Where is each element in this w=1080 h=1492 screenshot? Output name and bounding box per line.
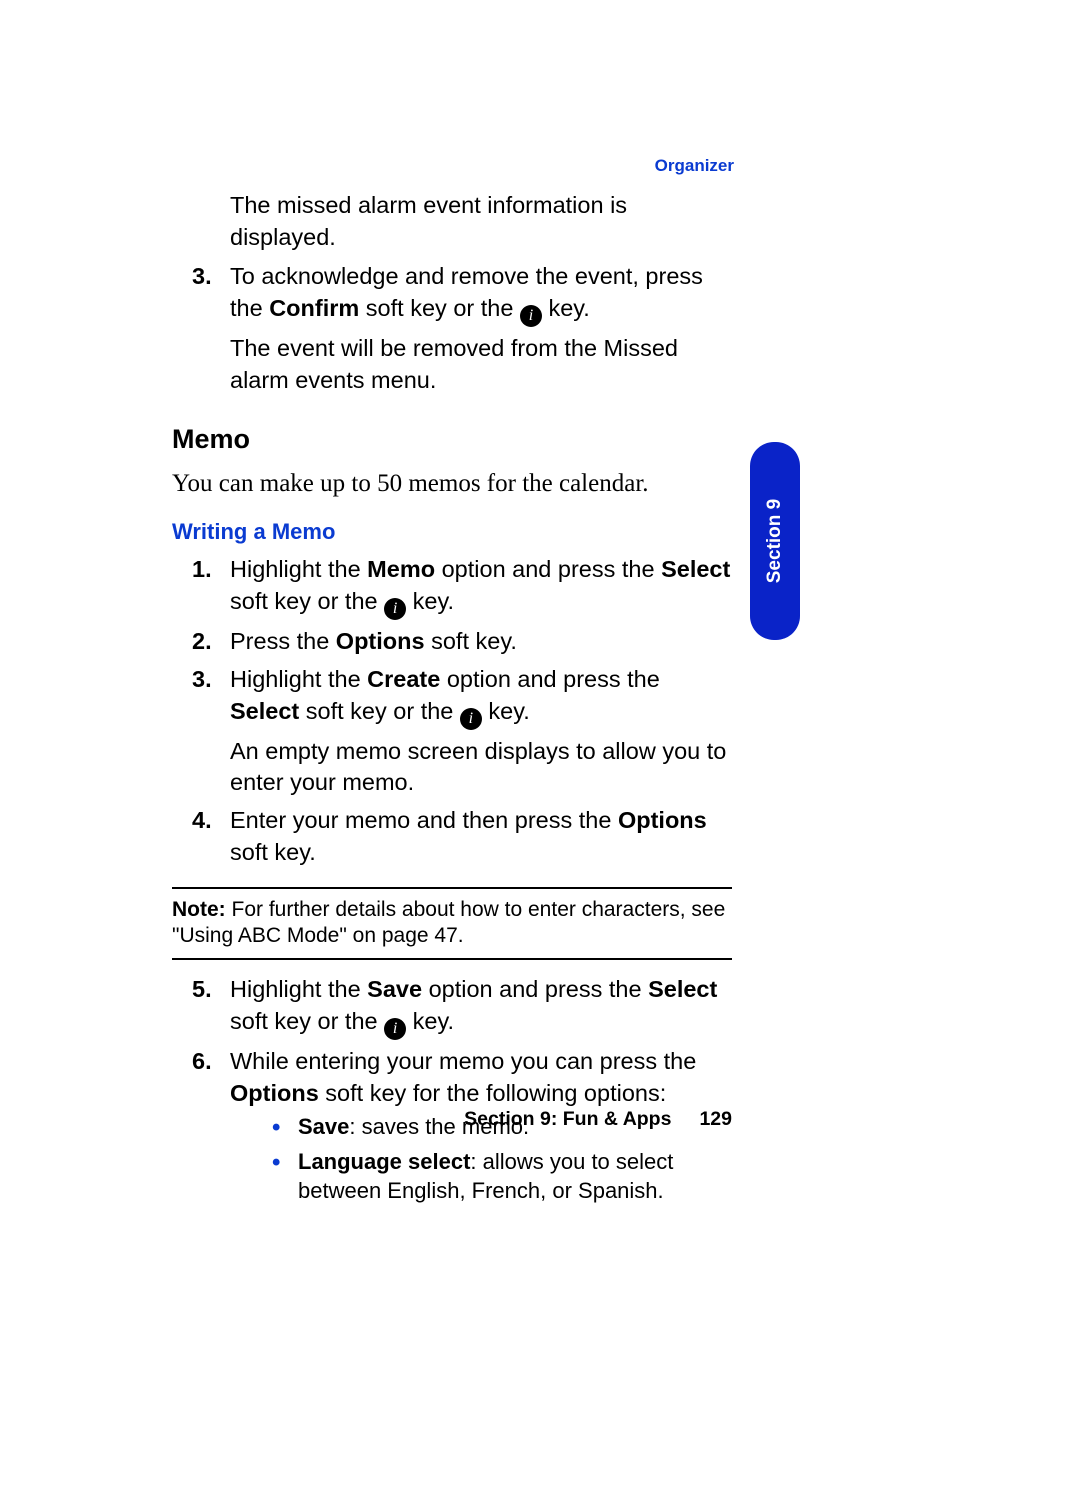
text-fragment: key. xyxy=(542,295,590,321)
text-fragment: soft key or the xyxy=(230,588,384,614)
bold-term: Select xyxy=(648,976,717,1002)
bold-term: Select xyxy=(661,556,730,582)
step-number: 3. xyxy=(192,664,212,696)
memo-intro-text: You can make up to 50 memos for the cale… xyxy=(172,467,732,501)
text-fragment: Highlight the xyxy=(230,976,367,1002)
text-fragment: Press the xyxy=(230,628,336,654)
footer-section: Section 9: Fun & Apps xyxy=(464,1108,671,1130)
note-block: Note: For further details about how to e… xyxy=(172,897,732,951)
text-fragment: key. xyxy=(406,1008,454,1034)
content-column: The missed alarm event information is di… xyxy=(172,190,732,1211)
bullet-language-select: Language select: allows you to select be… xyxy=(230,1148,732,1205)
ok-key-icon: i xyxy=(384,598,406,620)
step-4: 4. Enter your memo and then press the Op… xyxy=(172,805,732,868)
ack-step-3: 3. To acknowledge and remove the event, … xyxy=(172,261,732,396)
missed-alarm-info-text: The missed alarm event information is di… xyxy=(230,190,732,253)
ok-key-icon: i xyxy=(520,305,542,327)
text-fragment: soft key. xyxy=(230,839,316,865)
bold-term: Options xyxy=(618,807,707,833)
text-fragment: soft key or the xyxy=(230,1008,384,1034)
header-section-label: Organizer xyxy=(655,156,734,176)
writing-memo-steps-cont: 5. Highlight the Save option and press t… xyxy=(172,974,732,1205)
step-number: 2. xyxy=(192,626,212,658)
step-number: 3. xyxy=(192,261,212,293)
bold-term: Memo xyxy=(367,556,435,582)
writing-memo-subheading: Writing a Memo xyxy=(172,517,732,547)
confirm-label: Confirm xyxy=(269,295,359,321)
text-fragment: Enter your memo and then press the xyxy=(230,807,618,833)
bullet-term: Language select xyxy=(298,1149,470,1174)
step-number: 5. xyxy=(192,974,212,1006)
text-fragment: key. xyxy=(482,698,530,724)
manual-page: Organizer Section 9 The missed alarm eve… xyxy=(0,0,1080,1492)
ok-key-icon: i xyxy=(460,708,482,730)
note-text: For further details about how to enter c… xyxy=(172,898,725,948)
text-fragment: soft key. xyxy=(425,628,517,654)
text-fragment: soft key or the xyxy=(359,295,520,321)
text-fragment: key. xyxy=(406,588,454,614)
writing-memo-steps: 1. Highlight the Memo option and press t… xyxy=(172,554,732,868)
bold-term: Select xyxy=(230,698,299,724)
note-label: Note: xyxy=(172,898,226,921)
step-2: 2. Press the Options soft key. xyxy=(172,626,732,658)
text-fragment: While entering your memo you can press t… xyxy=(230,1048,696,1074)
step-number: 4. xyxy=(192,805,212,837)
step-3: 3. Highlight the Create option and press… xyxy=(172,664,732,799)
bold-term: Create xyxy=(367,666,440,692)
text-fragment: option and press the xyxy=(435,556,661,582)
text-fragment: Highlight the xyxy=(230,666,367,692)
ok-key-icon: i xyxy=(384,1018,406,1040)
text-fragment: Highlight the xyxy=(230,556,367,582)
section-tab: Section 9 xyxy=(752,444,798,638)
bold-term: Options xyxy=(230,1080,319,1106)
text-fragment: soft key for the following options: xyxy=(319,1080,666,1106)
text-fragment: option and press the xyxy=(440,666,660,692)
text-fragment: option and press the xyxy=(422,976,648,1002)
step-number: 6. xyxy=(192,1046,212,1078)
section-tab-label: Section 9 xyxy=(764,499,786,583)
step-number: 1. xyxy=(192,554,212,586)
ack-step-continuation: The event will be removed from the Misse… xyxy=(230,333,732,396)
bold-term: Options xyxy=(336,628,425,654)
page-footer: Section 9: Fun & Apps 129 xyxy=(172,1108,732,1131)
step-5: 5. Highlight the Save option and press t… xyxy=(172,974,732,1040)
note-divider-top xyxy=(172,887,732,889)
memo-heading: Memo xyxy=(172,421,732,457)
ack-step-list: 3. To acknowledge and remove the event, … xyxy=(172,261,732,396)
bold-term: Save xyxy=(367,976,422,1002)
text-fragment: soft key or the xyxy=(299,698,460,724)
step-3-continuation: An empty memo screen displays to allow y… xyxy=(230,736,732,799)
step-1: 1. Highlight the Memo option and press t… xyxy=(172,554,732,620)
footer-page-number: 129 xyxy=(699,1108,732,1130)
note-divider-bottom xyxy=(172,958,732,960)
